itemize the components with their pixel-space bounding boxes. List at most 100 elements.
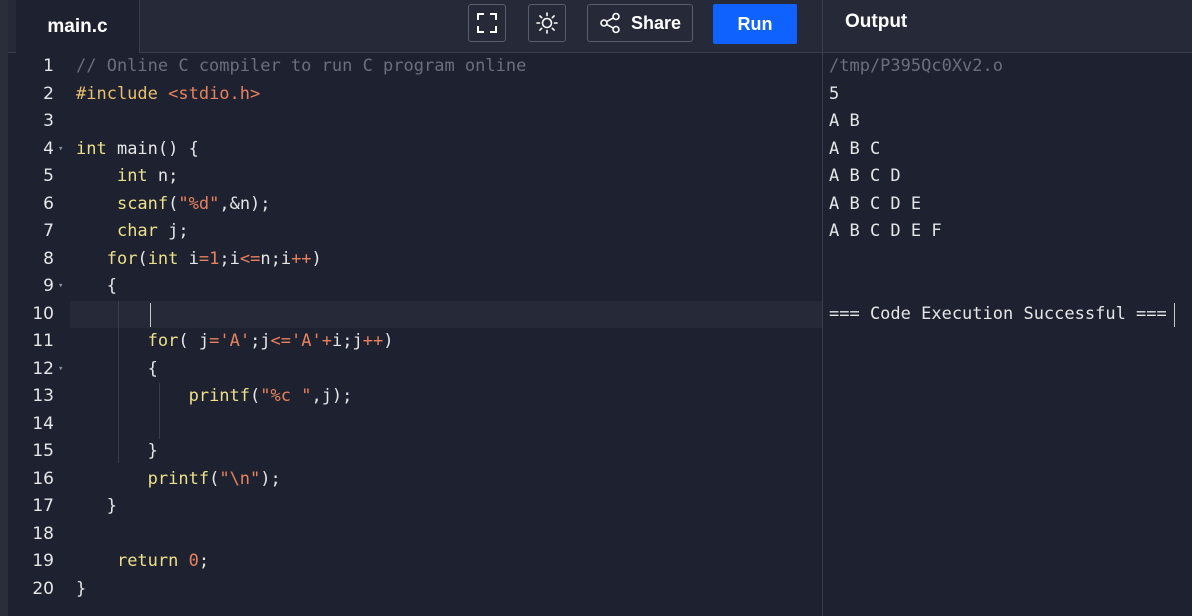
code-text: int main() { bbox=[76, 136, 199, 163]
editor-header: main.c bbox=[8, 0, 822, 53]
line-number: 13 bbox=[32, 386, 54, 406]
line-number: 1 bbox=[43, 56, 54, 76]
code-line[interactable]: 19 return 0; bbox=[8, 548, 822, 575]
code-token: int bbox=[147, 248, 179, 269]
file-tab-main-c[interactable]: main.c bbox=[16, 0, 140, 53]
run-button[interactable]: Run bbox=[713, 4, 797, 44]
code-line[interactable]: 20} bbox=[8, 576, 822, 603]
code-line[interactable]: 16 printf("\n"); bbox=[8, 466, 822, 493]
line-number: 16 bbox=[32, 468, 54, 489]
code-token: main() { bbox=[106, 138, 199, 159]
share-icon bbox=[600, 12, 620, 34]
code-token: char bbox=[116, 221, 158, 241]
code-token: 0 bbox=[188, 551, 199, 571]
code-text: #include <stdio.h> bbox=[76, 81, 260, 108]
code-token: ;i bbox=[219, 248, 240, 269]
code-token: n; bbox=[147, 166, 179, 186]
code-text: { bbox=[76, 356, 158, 383]
code-token: ( bbox=[209, 468, 220, 489]
fold-arrow-icon[interactable]: ▾ bbox=[58, 356, 63, 383]
code-token: int bbox=[76, 138, 107, 159]
line-number: 10 bbox=[32, 303, 54, 324]
code-text: printf("\n"); bbox=[76, 466, 281, 493]
code-text: for(int i=1;i<=n;i++) bbox=[76, 246, 322, 273]
code-token: // Online C compiler to run C program on… bbox=[76, 56, 527, 76]
line-number: 19 bbox=[32, 551, 54, 571]
code-line[interactable]: 15 } bbox=[8, 438, 822, 465]
code-text: int n; bbox=[76, 163, 178, 190]
code-line[interactable]: 14 bbox=[8, 411, 822, 438]
code-token: + bbox=[321, 331, 332, 351]
code-line[interactable]: 7 char j; bbox=[8, 218, 822, 245]
code-token: printf bbox=[188, 386, 251, 406]
code-token: int bbox=[116, 166, 148, 186]
code-line[interactable]: 6 scanf("%d",&n); bbox=[8, 191, 822, 218]
code-line[interactable]: 18 bbox=[8, 521, 822, 548]
code-token: ( bbox=[168, 193, 179, 214]
output-header: Output bbox=[823, 0, 1192, 53]
code-token: ++ bbox=[291, 248, 312, 269]
code-text: char j; bbox=[76, 218, 189, 245]
code-line[interactable]: 1 // Online C compiler to run C program o… bbox=[8, 53, 822, 80]
output-console[interactable]: /tmp/P395Qc0Xv2.o 5 A B A B C A B C D A B C D… bbox=[823, 53, 1192, 616]
code-token: ); bbox=[260, 468, 281, 489]
share-button[interactable]: Share bbox=[587, 4, 693, 42]
code-token: ,&n); bbox=[219, 193, 271, 214]
code-line[interactable]: 13 printf("%c ",j); bbox=[8, 383, 822, 410]
code-line[interactable]: 5 int n; bbox=[8, 163, 822, 190]
output-line: A B C bbox=[829, 138, 881, 159]
code-editor[interactable]: 1 // Online C compiler to run C program o… bbox=[8, 53, 822, 616]
code-token: for bbox=[147, 331, 179, 351]
code-line[interactable]: 2 #include <stdio.h> bbox=[8, 81, 822, 108]
line-number: 11 bbox=[32, 331, 54, 351]
code-token: =1 bbox=[198, 248, 220, 269]
fullscreen-button[interactable] bbox=[468, 4, 506, 42]
line-number: 20 bbox=[32, 578, 54, 599]
code-line[interactable]: 11 for( j='A';j<='A'+i;j++) bbox=[8, 328, 822, 355]
compiler-app: main.c Share Run Output 1 // Online C co… bbox=[0, 0, 1192, 616]
output-line: A B bbox=[829, 111, 860, 131]
code-line[interactable]: 3 bbox=[8, 108, 822, 135]
line-number: 18 bbox=[32, 523, 54, 544]
code-text: { bbox=[76, 273, 117, 300]
code-token: <= bbox=[239, 248, 261, 269]
code-token: ) bbox=[311, 248, 322, 269]
code-line[interactable]: 9 ▾ { bbox=[8, 273, 822, 300]
code-text: } bbox=[76, 576, 86, 603]
code-token: = bbox=[209, 331, 220, 351]
code-token: printf bbox=[147, 468, 210, 489]
code-token: scanf bbox=[116, 193, 169, 214]
output-line: 5 bbox=[829, 83, 840, 104]
code-token: ; bbox=[198, 551, 210, 571]
code-line[interactable]: 12 ▾ { bbox=[8, 356, 822, 383]
code-text: // Online C compiler to run C program on… bbox=[76, 53, 526, 80]
code-line[interactable]: 4 ▾ int main() { bbox=[8, 136, 822, 163]
code-token: { bbox=[76, 276, 117, 296]
share-label: Share bbox=[630, 12, 682, 33]
code-text: scanf("%d",&n); bbox=[76, 191, 271, 218]
indent-guide bbox=[159, 383, 160, 439]
code-token: 'A' bbox=[219, 331, 251, 351]
line-number: 6 bbox=[43, 193, 54, 214]
fold-arrow-icon[interactable]: ▾ bbox=[58, 136, 63, 163]
code-token: ( bbox=[137, 248, 148, 269]
fold-arrow-icon[interactable]: ▾ bbox=[58, 273, 63, 300]
code-line[interactable]: 8 for(int i=1;i<=n;i++) bbox=[8, 246, 822, 273]
code-line[interactable]: 10 bbox=[8, 301, 822, 328]
code-token: ( bbox=[250, 386, 261, 406]
code-line[interactable]: 17 } bbox=[8, 493, 822, 520]
line-number: 3 bbox=[43, 111, 54, 131]
code-token: ;j bbox=[250, 331, 271, 351]
code-token: "%c " bbox=[260, 386, 312, 406]
code-token: } bbox=[76, 496, 117, 516]
code-text: } bbox=[76, 493, 117, 520]
code-text: return 0; bbox=[76, 548, 209, 575]
line-number: 7 bbox=[43, 221, 54, 241]
code-token: 'A' bbox=[291, 331, 322, 351]
theme-toggle-button[interactable] bbox=[528, 4, 566, 42]
